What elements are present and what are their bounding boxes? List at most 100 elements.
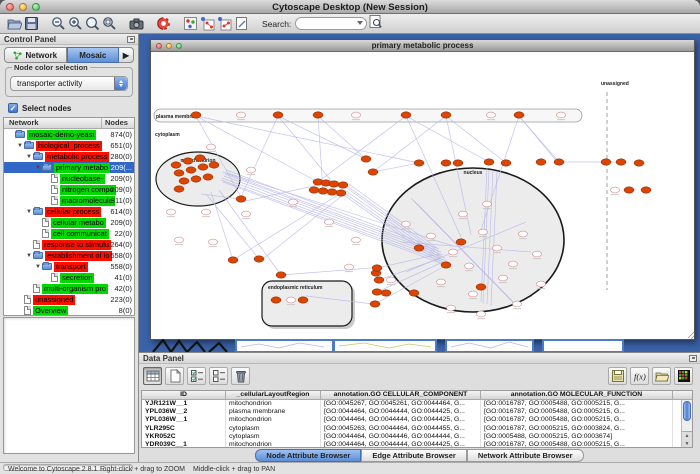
column-header[interactable]: _cellularLayoutRegion <box>226 391 321 399</box>
network-node-selected[interactable] <box>374 277 384 283</box>
network-node-selected[interactable] <box>624 187 634 193</box>
zoom-out-icon[interactable] <box>50 15 67 32</box>
open-file-icon[interactable] <box>6 15 23 32</box>
network-node-selected[interactable] <box>179 178 189 184</box>
open-attribute-file-icon[interactable] <box>652 367 671 385</box>
network-node-selected[interactable] <box>484 159 494 165</box>
network-node[interactable] <box>499 275 508 281</box>
network-node-selected[interactable] <box>554 159 564 165</box>
search-input[interactable] <box>295 17 367 30</box>
network-node[interactable] <box>479 229 488 235</box>
app-titlebar[interactable]: Cytoscape Desktop (New Session) <box>0 0 700 14</box>
network-node[interactable] <box>537 281 546 287</box>
network-node-selected[interactable] <box>476 284 486 290</box>
tree-column-nodes[interactable]: Nodes <box>102 118 134 128</box>
table-row[interactable]: YDR039C__1mitochondrion[GO:0044464, GO:0… <box>142 441 692 448</box>
tree-row[interactable]: ▼cellular process614(0) <box>4 206 134 217</box>
network-node[interactable] <box>242 211 251 217</box>
function-builder-icon[interactable]: f(x) <box>630 367 649 385</box>
tab-mosaic[interactable]: Mosaic <box>67 47 119 63</box>
tab-node-attribute-browser[interactable]: Node Attribute Browser <box>255 449 361 462</box>
snapshot-camera-icon[interactable] <box>128 15 145 32</box>
network-node-selected[interactable] <box>372 265 382 271</box>
network-node[interactable] <box>325 219 334 225</box>
help-lifering-icon[interactable] <box>155 15 172 32</box>
network-node-selected[interactable] <box>501 160 511 166</box>
network-node-selected[interactable] <box>514 112 524 118</box>
network-node[interactable] <box>533 251 542 257</box>
network-node[interactable] <box>352 112 361 118</box>
tree-row[interactable]: unassigned223(0) <box>4 294 134 305</box>
network-node-selected[interactable] <box>441 262 451 268</box>
network-node-selected[interactable] <box>254 256 264 262</box>
network-node-selected[interactable] <box>338 182 348 188</box>
network-node-selected[interactable] <box>236 196 246 202</box>
tree-expander-icon[interactable]: ▼ <box>25 209 33 215</box>
tree-row[interactable]: nitrogen compo209(0) <box>4 184 134 195</box>
network-node-selected[interactable] <box>372 289 382 295</box>
network-node-selected[interactable] <box>174 186 184 192</box>
network-node[interactable] <box>437 279 446 285</box>
tree-row[interactable]: response to stimulu264(0) <box>4 239 134 250</box>
table-row[interactable]: YLR295Ccytoplasm[GO:0045263, GO:0044464,… <box>142 425 692 433</box>
network-node[interactable] <box>175 237 184 243</box>
network-node-selected[interactable] <box>203 174 213 180</box>
network-node-selected[interactable] <box>414 160 424 166</box>
network-node-selected[interactable] <box>191 176 201 182</box>
table-scrollbar[interactable]: ▲ ▼ <box>681 400 692 447</box>
float-data-panel-icon[interactable] <box>689 355 697 362</box>
tree-row[interactable]: macromolecule311(0) <box>4 195 134 206</box>
search-input-field[interactable] <box>300 18 358 29</box>
table-row[interactable]: YPL036W__1mitochondrion[GO:0044464, GO:0… <box>142 416 692 424</box>
node-color-dropdown[interactable]: transporter activity <box>10 76 128 91</box>
network-node-selected[interactable] <box>456 239 466 245</box>
network-node[interactable] <box>247 167 256 173</box>
network-node-selected[interactable] <box>414 245 424 251</box>
vizmapper-icon[interactable] <box>182 15 199 32</box>
scroll-down-icon[interactable]: ▼ <box>685 441 690 447</box>
network-window-titlebar[interactable]: primary metabolic process <box>151 40 694 52</box>
network-node-selected[interactable] <box>441 112 451 118</box>
tree-expander-icon[interactable]: ▼ <box>25 154 33 160</box>
scroll-up-icon[interactable]: ▲ <box>685 433 690 439</box>
tree-row[interactable]: cellular metabo209(0) <box>4 217 134 228</box>
network-node-selected[interactable] <box>186 167 196 173</box>
tab-network-attribute-browser[interactable]: Network Attribute Browser <box>467 449 584 462</box>
network-node[interactable] <box>287 297 296 303</box>
save-session-icon[interactable] <box>23 15 40 32</box>
network-node-selected[interactable] <box>191 112 201 118</box>
network-node-selected[interactable] <box>368 169 378 175</box>
tree-row[interactable]: ▼metabolic process280(0) <box>4 151 134 162</box>
network-node[interactable] <box>209 239 218 245</box>
network-node-selected[interactable] <box>228 257 238 263</box>
network-node-selected[interactable] <box>641 187 651 193</box>
network-from-selection-icon[interactable] <box>199 15 216 32</box>
column-header[interactable]: annotation.GO CELLULAR_COMPONENT <box>321 391 481 399</box>
tree-expander-icon[interactable]: ▼ <box>16 143 24 149</box>
network-node[interactable] <box>483 201 492 207</box>
network-node[interactable] <box>387 277 396 283</box>
heatmap-icon[interactable] <box>674 367 693 385</box>
network-node-selected[interactable] <box>276 272 286 278</box>
network-node-selected[interactable] <box>361 156 371 162</box>
tree-row[interactable]: secretion41(0) <box>4 272 134 283</box>
tree-row[interactable]: multi-organism pro42(0) <box>4 283 134 294</box>
zoom-fit-icon[interactable] <box>84 15 101 32</box>
new-attribute-icon[interactable] <box>165 367 184 385</box>
network-node[interactable] <box>447 305 456 311</box>
delete-attribute-icon[interactable] <box>231 367 250 385</box>
tree-expander-icon[interactable]: ▼ <box>34 264 42 270</box>
network-node-selected[interactable] <box>183 158 193 164</box>
tree-expander-icon[interactable]: ▼ <box>25 253 33 259</box>
network-node-selected[interactable] <box>174 170 184 176</box>
network-node-selected[interactable] <box>441 160 451 166</box>
table-row[interactable]: YJR121W__1mitochondrion[GO:0045267, GO:0… <box>142 400 692 408</box>
table-row[interactable]: YPL036W__2plasma membrane[GO:0044464, GO… <box>142 408 692 416</box>
network-node-selected[interactable] <box>298 297 308 303</box>
network-node[interactable] <box>509 261 518 267</box>
network-node-selected[interactable] <box>536 159 546 165</box>
network-node-selected[interactable] <box>309 187 319 193</box>
network-node[interactable] <box>402 221 411 227</box>
network-canvas[interactable]: unassigned plasma membrane cytoplasm mit… <box>151 52 694 339</box>
network-node[interactable] <box>513 301 522 307</box>
